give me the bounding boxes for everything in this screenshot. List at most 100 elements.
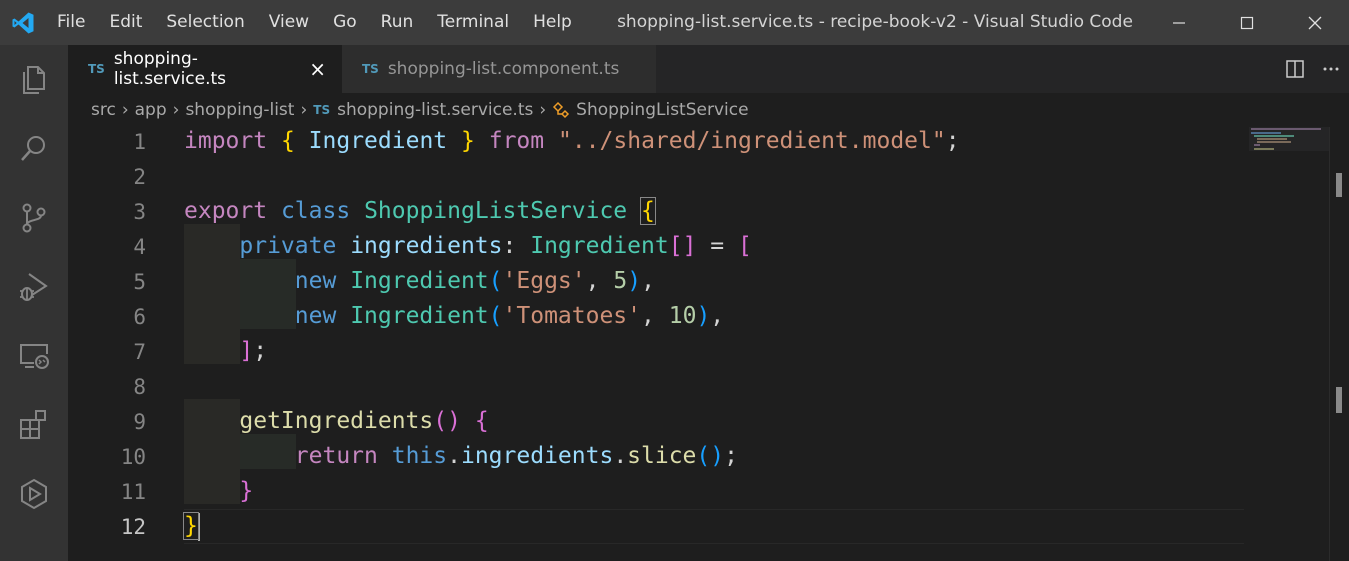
code-text: }: [239, 478, 254, 504]
close-icon: [1308, 16, 1322, 29]
code-text: }: [183, 512, 200, 541]
menu-edit[interactable]: Edit: [97, 0, 154, 45]
code-text: new Ingredient('Tomatoes', 10),: [294, 303, 725, 329]
code-line: 2: [68, 159, 1258, 194]
line-number: 9: [133, 409, 146, 434]
line-number: 2: [133, 164, 146, 189]
code-line: 8: [68, 369, 1258, 404]
search-button[interactable]: [0, 114, 68, 183]
code-line: 4 private ingredients: Ingredient[] = [: [68, 229, 1258, 264]
breadcrumb-symbol[interactable]: ShoppingListService: [576, 100, 748, 120]
code-line: 6 new Ingredient('Tomatoes', 10),: [68, 299, 1258, 334]
breadcrumb-file[interactable]: shopping-list.service.ts: [337, 100, 533, 120]
more-actions-button[interactable]: [1313, 45, 1349, 93]
editor-actions: [1277, 45, 1349, 93]
minimap[interactable]: [1249, 127, 1329, 157]
extensions-icon: [20, 409, 46, 439]
line-number: 11: [120, 479, 146, 504]
code-text: return this.ingredients.slice();: [294, 443, 738, 469]
minimize-button[interactable]: [1145, 0, 1213, 45]
extensions-button[interactable]: [0, 390, 68, 459]
vscode-logo-icon: [0, 0, 45, 45]
line-number: 12: [120, 514, 146, 539]
code-line: 10 return this.ingredients.slice();: [68, 439, 1258, 474]
code-text: ];: [239, 338, 268, 364]
tab-label: shopping-list.service.ts: [113, 49, 227, 89]
class-symbol-icon: [553, 101, 570, 119]
menu-bar: File Edit Selection View Go Run Terminal…: [45, 0, 584, 45]
current-line-highlight: [184, 509, 1244, 544]
typescript-file-icon: TS: [362, 62, 379, 76]
chevron-right-icon: ›: [539, 100, 547, 120]
code-text: getIngredients() {: [239, 408, 489, 434]
code-line: 9 getIngredients() {: [68, 404, 1258, 439]
close-tab-icon[interactable]: ×: [309, 57, 326, 81]
code-text: export class ShoppingListService {: [184, 197, 656, 225]
chevron-right-icon: ›: [121, 100, 129, 120]
menu-go[interactable]: Go: [321, 0, 369, 45]
files-icon: [23, 65, 45, 94]
menu-view[interactable]: View: [257, 0, 321, 45]
text-cursor: [197, 512, 200, 541]
code-line: 1 import { Ingredient } from "../shared/…: [68, 124, 1258, 159]
remote-explorer-icon: [20, 343, 49, 369]
minimize-icon: [1173, 21, 1185, 24]
line-number: 5: [133, 269, 146, 294]
code-text: private ingredients: Ingredient[] = [: [239, 233, 752, 259]
breadcrumb: src › app › shopping-list › TS shopping-…: [68, 93, 1349, 127]
scrollbar-thumb[interactable]: [1336, 173, 1342, 197]
live-share-button[interactable]: [0, 459, 68, 528]
breadcrumb-app[interactable]: app: [135, 100, 167, 120]
split-editor-icon: [1286, 60, 1304, 78]
line-number: 7: [133, 339, 146, 364]
menu-terminal[interactable]: Terminal: [425, 0, 521, 45]
close-window-button[interactable]: [1281, 0, 1349, 45]
tab-shopping-list-service[interactable]: TS shopping-list.service.ts ×: [68, 45, 342, 93]
tab-shopping-list-component[interactable]: TS shopping-list.component.ts: [342, 45, 656, 93]
breadcrumb-src[interactable]: src: [91, 100, 116, 120]
line-number: 1: [133, 129, 146, 154]
source-control-icon: [22, 203, 46, 232]
line-number: 4: [133, 234, 146, 259]
code-line: 5 new Ingredient('Eggs', 5),: [68, 264, 1258, 299]
typescript-file-icon: TS: [313, 103, 331, 117]
window-controls: [1145, 0, 1349, 45]
line-number: 3: [133, 199, 146, 224]
overview-ruler-mark: [1336, 387, 1342, 413]
title-bar: File Edit Selection View Go Run Terminal…: [0, 0, 1349, 45]
line-number: 10: [120, 444, 146, 469]
code-editor[interactable]: 1 import { Ingredient } from "../shared/…: [68, 127, 1329, 561]
menu-run[interactable]: Run: [369, 0, 426, 45]
maximize-icon: [1240, 16, 1254, 29]
run-debug-icon: [20, 272, 48, 301]
tab-bar: TS shopping-list.service.ts × TS shoppin…: [68, 45, 1349, 93]
explorer-button[interactable]: [0, 45, 68, 114]
chevron-right-icon: ›: [300, 100, 308, 120]
live-share-icon: [21, 478, 47, 509]
source-control-button[interactable]: [0, 183, 68, 252]
minimap-preview: [1249, 127, 1329, 151]
chevron-right-icon: ›: [172, 100, 180, 120]
line-number: 6: [133, 304, 146, 329]
menu-selection[interactable]: Selection: [154, 0, 256, 45]
run-debug-button[interactable]: [0, 252, 68, 321]
tab-label: shopping-list.component.ts: [387, 59, 620, 79]
code-line: 11 }: [68, 474, 1258, 509]
code-line: 7 ];: [68, 334, 1258, 369]
breadcrumb-shopping-list[interactable]: shopping-list: [185, 100, 294, 120]
code-line-current: 12 }: [68, 509, 1258, 544]
window-title: shopping-list.service.ts - recipe-book-v…: [617, 12, 1133, 32]
maximize-button[interactable]: [1213, 0, 1281, 45]
split-editor-button[interactable]: [1277, 45, 1313, 93]
code-line: 3 export class ShoppingListService {: [68, 194, 1258, 229]
ellipsis-icon: [1323, 67, 1339, 71]
menu-file[interactable]: File: [45, 0, 97, 45]
code-text: new Ingredient('Eggs', 5),: [294, 268, 655, 294]
remote-explorer-button[interactable]: [0, 321, 68, 390]
typescript-file-icon: TS: [88, 62, 105, 76]
activity-bar: [0, 45, 68, 561]
code-text: import { Ingredient } from "../shared/in…: [184, 128, 960, 154]
vertical-scrollbar[interactable]: [1329, 127, 1349, 561]
line-number: 8: [133, 374, 146, 399]
search-icon: [21, 135, 45, 161]
